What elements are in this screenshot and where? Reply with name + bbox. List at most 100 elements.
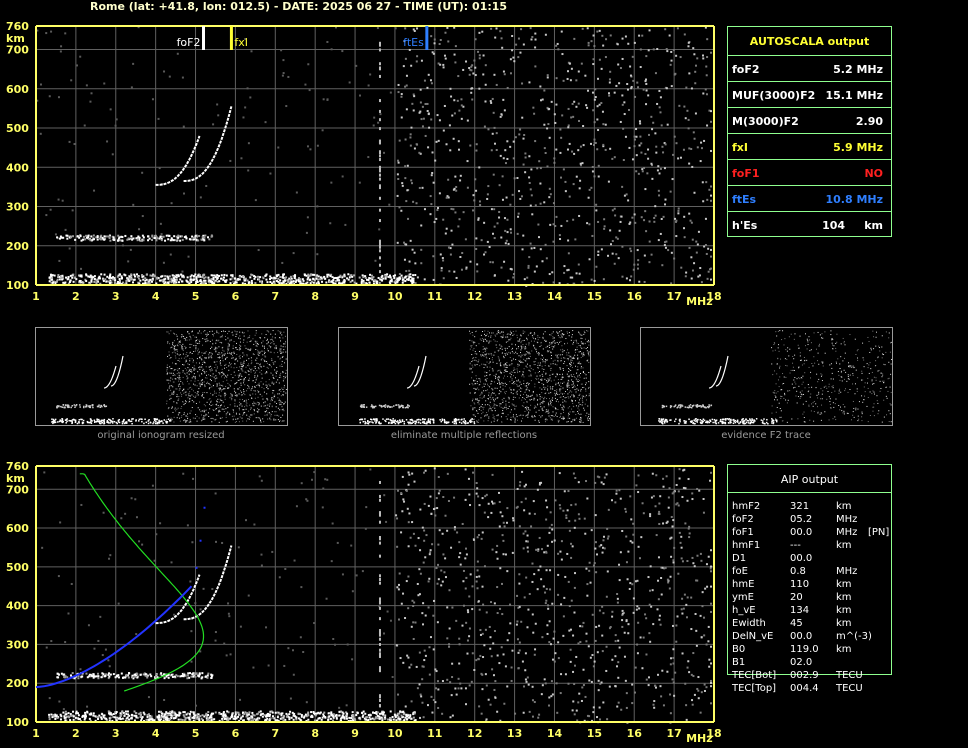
y-tick-label: 600 [6, 522, 29, 535]
marker-label: ftEs [403, 36, 424, 49]
x-tick-label: 7 [271, 290, 279, 303]
x-tick-label: 10 [387, 727, 403, 740]
autoscala-param-value: NO [864, 167, 883, 180]
thumbnail-evidence-f2 [640, 327, 893, 426]
y-tick-label: 200 [6, 240, 29, 253]
aip-param: DelN_vE [732, 631, 774, 642]
aip-row: hmE 110 km [732, 579, 887, 592]
autoscala-param-label: foF2 [732, 63, 760, 76]
x-tick-label: 2 [72, 290, 80, 303]
autoscala-row: fxI 5.9 MHz [728, 133, 891, 160]
aip-param: hmF2 [732, 501, 761, 512]
aip-value: 119.0 [790, 644, 819, 655]
blue-profile-point [203, 506, 206, 509]
x-tick-label: 12 [467, 727, 482, 740]
aip-row: DelN_vE 00.0 m^(-3) [732, 631, 887, 644]
y-unit-label: km [6, 472, 25, 485]
x-tick-label: 17 [666, 727, 681, 740]
autoscala-param-value: 2.90 [855, 115, 883, 128]
autoscala-param-label: foF1 [732, 167, 760, 180]
aip-value: 0.8 [790, 566, 806, 577]
autoscala-title: AUTOSCALA output [749, 35, 870, 48]
x-tick-label: 8 [311, 727, 319, 740]
aip-unit: km [836, 618, 852, 629]
y-tick-label: 100 [6, 279, 29, 292]
aip-value: 00.0 [790, 553, 813, 564]
aip-row: foE 0.8 MHz [732, 566, 887, 579]
marker-label: foF2 [177, 36, 201, 49]
x-tick-label: 13 [507, 727, 522, 740]
x-unit-label: MHz [686, 732, 713, 745]
noise-speckles [36, 26, 713, 287]
x-tick-label: 11 [427, 290, 442, 303]
autoscala-row: foF2 5.2 MHz [728, 55, 891, 82]
autoscala-row: M(3000)F2 2.90 [728, 107, 891, 134]
thumbnail-caption-evidence: evidence F2 trace [721, 430, 811, 441]
aip-unit: MHz [836, 514, 858, 525]
x-tick-label: 9 [351, 727, 359, 740]
autoscala-param-value: 5.9 MHz [833, 141, 883, 154]
x-tick-label: 6 [232, 727, 240, 740]
e-layer-trace [48, 710, 417, 723]
x-tick-label: 8 [311, 290, 319, 303]
aip-row: hmF1 --- km [732, 540, 887, 553]
aip-unit: km [836, 605, 852, 616]
x-tick-label: 6 [232, 290, 240, 303]
autoscala-param-value: 5.2 MHz [833, 63, 883, 76]
aip-title-divider [728, 492, 891, 493]
x-tick-label: 16 [627, 727, 643, 740]
aip-param: foF2 [732, 514, 754, 525]
aip-value: 321 [790, 501, 810, 512]
x-tick-label: 10 [387, 290, 403, 303]
aip-title: AIP output [780, 473, 839, 486]
aip-param: TEC[Bot] [732, 670, 777, 681]
thumbnail-speckles [359, 330, 590, 425]
y-tick-label: 500 [6, 122, 29, 135]
aip-param: hmE [732, 579, 755, 590]
aip-unit: km [836, 579, 852, 590]
aip-value: 00.0 [790, 527, 813, 538]
aip-value: 00.0 [790, 631, 813, 642]
aip-unit: km [836, 592, 852, 603]
y-unit-label: km [6, 32, 25, 45]
y-tick-label: 100 [6, 716, 29, 729]
blue-profile-curve [35, 585, 193, 689]
bottom-ionogram-chart: 760700600500400300200100km1 2 3 4 5 6 7 8 9 10 11 1… [6, 460, 722, 745]
autoscala-param-label: MUF(3000)F2 [732, 89, 816, 102]
aip-extra: [PN] [868, 527, 890, 538]
x-tick-label: 14 [547, 290, 563, 303]
y-tick-label: 200 [6, 677, 29, 690]
x-tick-label: 13 [507, 290, 522, 303]
x-tick-label: 1 [32, 290, 40, 303]
x-tick-label: 15 [587, 290, 602, 303]
x-tick-label: 2 [72, 727, 80, 740]
x-tick-label: 5 [192, 727, 200, 740]
y-tick-label: 400 [6, 161, 29, 174]
autoscala-param-label: M(3000)F2 [732, 115, 799, 128]
aip-value: 05.2 [790, 514, 813, 525]
aip-param: B1 [732, 657, 746, 668]
y-tick-label: 700 [6, 483, 29, 496]
aip-param: foE [732, 566, 748, 577]
aip-unit: TECU [836, 670, 863, 681]
aip-row: B1 02.0 [732, 657, 887, 670]
aip-unit: MHz [836, 527, 858, 538]
y-tick-label: 500 [6, 561, 29, 574]
thumbnail-speckles [658, 330, 892, 425]
autoscala-row: ftEs 10.8 MHz [728, 185, 891, 212]
autoscala-param-label: h'Es [732, 219, 758, 232]
x-tick-label: 14 [547, 727, 563, 740]
aip-param: B0 [732, 644, 746, 655]
green-profile-curve [79, 473, 205, 692]
aip-param: hmF1 [732, 540, 761, 551]
x-tick-label: 3 [112, 727, 120, 740]
aip-row: B0 119.0 km [732, 644, 887, 657]
y-tick-label: 300 [6, 638, 29, 651]
aip-value: 20 [790, 592, 803, 603]
x-tick-label: 9 [351, 290, 359, 303]
x-unit-label: MHz [686, 295, 713, 308]
autoscala-row: h'Es 104 km [728, 211, 891, 238]
x-tick-label: 7 [271, 727, 279, 740]
autoscala-param-label: ftEs [732, 193, 757, 206]
x-tick-label: 16 [627, 290, 643, 303]
